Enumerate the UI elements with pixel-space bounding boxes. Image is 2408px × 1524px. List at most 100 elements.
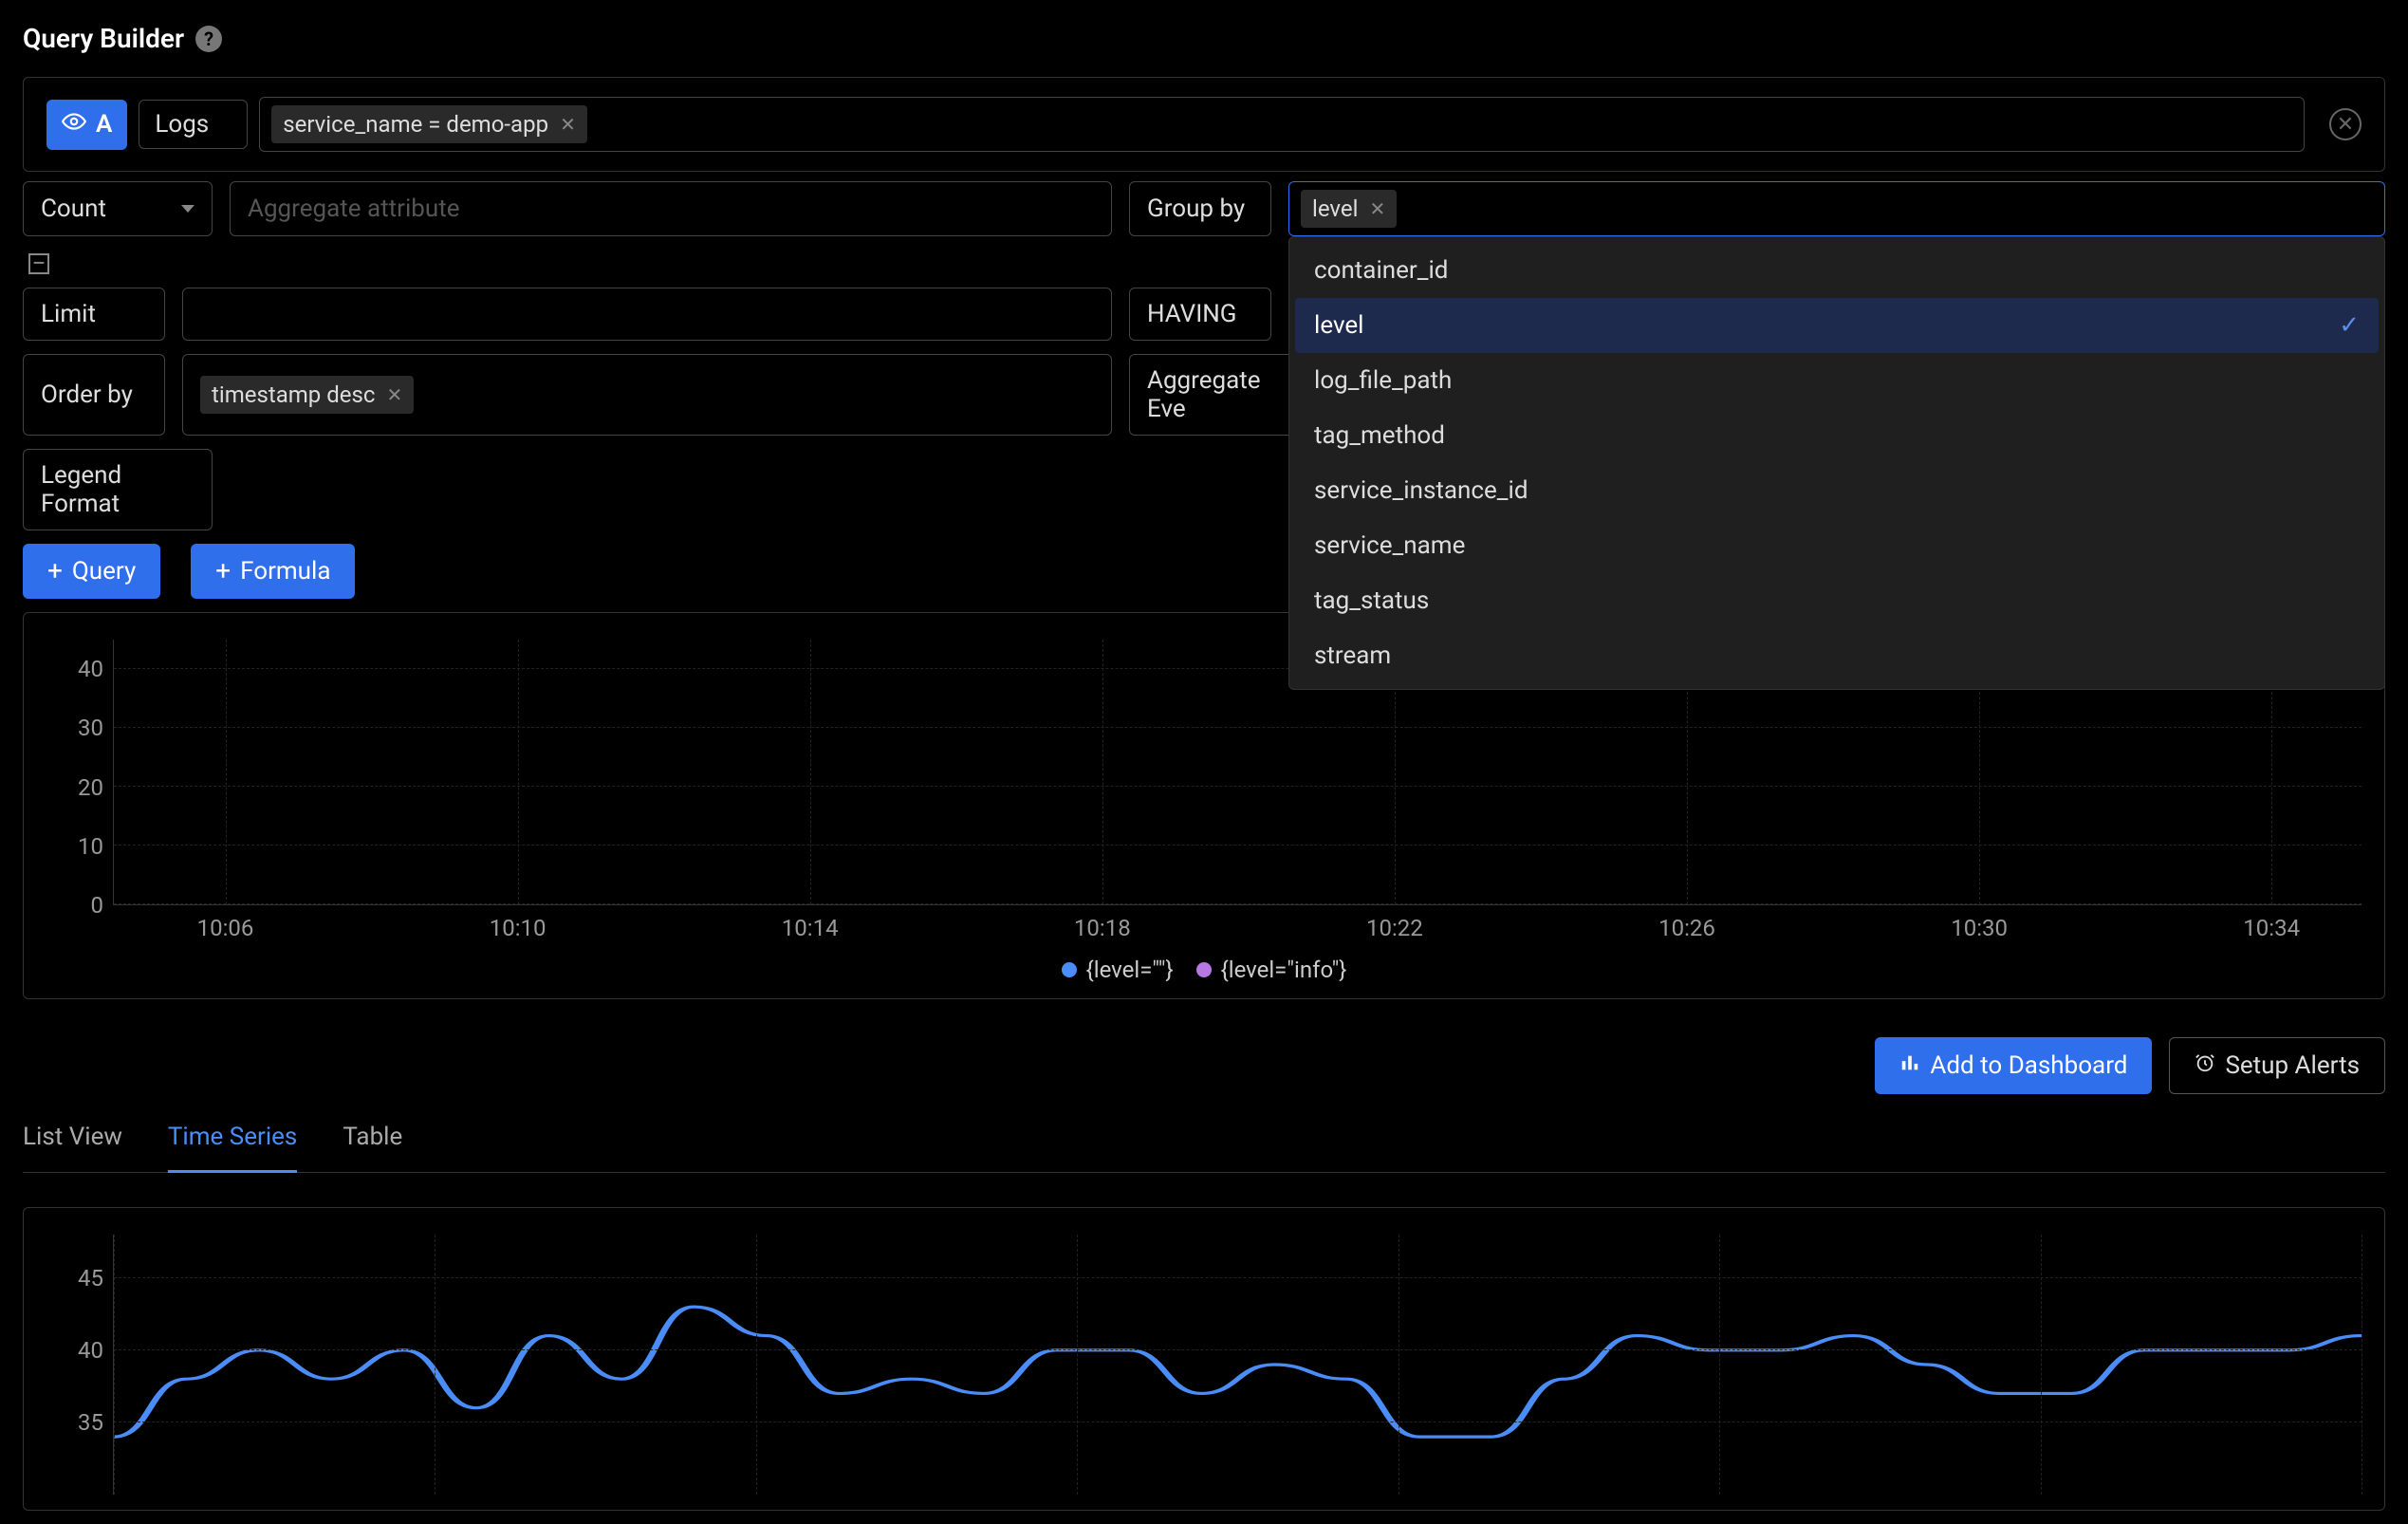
add-formula-button[interactable]: + Formula [191, 544, 355, 599]
setup-alerts-button[interactable]: Setup Alerts [2169, 1037, 2385, 1094]
add-query-label: Query [72, 557, 136, 585]
aggregate-fn-select[interactable]: Count [23, 181, 213, 236]
group-by-label: Group by [1147, 195, 1245, 223]
tab[interactable]: List View [23, 1123, 122, 1172]
having-label-box: HAVING [1129, 288, 1271, 341]
dropdown-option[interactable]: tag_status [1295, 573, 2379, 628]
close-icon[interactable]: ✕ [560, 113, 576, 136]
order-by-label-box: Order by [23, 354, 165, 436]
add-to-dashboard-label: Add to Dashboard [1930, 1051, 2127, 1080]
legend-swatch [1196, 962, 1212, 977]
x-tick: 10:30 [1951, 915, 2008, 941]
add-query-button[interactable]: + Query [23, 544, 160, 599]
legend-format-label: Legend Format [41, 461, 194, 518]
group-by-chip-label: level [1312, 195, 1358, 222]
x-tick: 10:34 [2243, 915, 2300, 941]
bar-chart-icon [1899, 1051, 1920, 1080]
having-label: HAVING [1147, 300, 1237, 328]
dropdown-option-label: stream [1314, 641, 1391, 670]
dropdown-option[interactable]: service_name [1295, 518, 2379, 573]
eye-icon [62, 109, 86, 140]
dropdown-option-label: level [1314, 311, 1363, 340]
dropdown-option-label: log_file_path [1314, 366, 1452, 395]
group-by-label-box: Group by [1129, 181, 1271, 236]
chevron-down-icon [181, 205, 194, 213]
y-tick: 0 [91, 892, 104, 919]
dropdown-option-label: tag_status [1314, 586, 1429, 615]
x-tick: 10:26 [1658, 915, 1715, 941]
line-chart-panel: 354045 [23, 1207, 2385, 1511]
setup-alerts-label: Setup Alerts [2225, 1051, 2360, 1080]
order-by-input[interactable]: timestamp desc ✕ [182, 354, 1112, 436]
filter-input[interactable]: service_name = demo-app ✕ [259, 97, 2305, 152]
aggregate-attr-placeholder: Aggregate attribute [248, 195, 460, 223]
collapse-toggle[interactable]: − [28, 253, 49, 274]
query-badge[interactable]: A [46, 100, 127, 150]
group-by-input[interactable]: level ✕ [1288, 181, 2385, 236]
x-tick: 10:06 [197, 915, 254, 941]
dropdown-option[interactable]: level ✓ [1295, 298, 2379, 353]
aggregate-attr-input[interactable]: Aggregate attribute [230, 181, 1112, 236]
query-badge-label: A [96, 110, 112, 139]
aggregate-every-label: Aggregate Eve [1147, 366, 1301, 423]
legend-item[interactable]: {level="info"} [1196, 957, 1347, 983]
filter-chip-label: service_name = demo-app [283, 111, 548, 138]
alert-icon [2195, 1051, 2215, 1080]
close-icon[interactable]: ✕ [1369, 197, 1385, 220]
order-by-chip[interactable]: timestamp desc ✕ [200, 376, 414, 414]
add-to-dashboard-button[interactable]: Add to Dashboard [1875, 1037, 2152, 1094]
dropdown-option-label: tag_method [1314, 421, 1445, 450]
filter-chip[interactable]: service_name = demo-app ✕ [271, 105, 587, 143]
y-tick: 40 [78, 1337, 103, 1364]
dropdown-option[interactable]: stream [1295, 628, 2379, 683]
source-select-label: Logs [155, 110, 209, 139]
order-by-label: Order by [41, 381, 133, 409]
source-select[interactable]: Logs [139, 100, 248, 149]
y-tick: 20 [78, 774, 103, 801]
legend-item[interactable]: {level=""} [1062, 957, 1174, 983]
close-icon[interactable]: ✕ [386, 383, 402, 406]
order-by-chip-label: timestamp desc [212, 381, 375, 408]
y-tick: 45 [78, 1265, 103, 1292]
line-chart-plot [113, 1235, 2362, 1495]
aggregate-fn-label: Count [41, 195, 106, 223]
legend-label: {level=""} [1086, 957, 1174, 983]
y-tick: 10 [78, 833, 103, 860]
page-title: Query Builder [23, 23, 184, 54]
line-series [114, 1307, 2362, 1437]
group-by-chip[interactable]: level ✕ [1301, 190, 1397, 228]
y-axis: 354045 [46, 1235, 113, 1495]
x-tick: 10:22 [1366, 915, 1423, 941]
help-icon[interactable]: ? [195, 26, 222, 52]
x-tick: 10:10 [490, 915, 546, 941]
legend-swatch [1062, 962, 1077, 977]
add-formula-label: Formula [240, 557, 330, 585]
limit-label-box: Limit [23, 288, 165, 341]
limit-input[interactable] [182, 288, 1112, 341]
dropdown-option-label: service_instance_id [1314, 476, 1528, 505]
y-tick: 30 [78, 715, 103, 741]
tabs: List View Time Series Table [23, 1094, 2385, 1173]
y-tick: 40 [78, 656, 103, 682]
tab[interactable]: Time Series [168, 1123, 297, 1173]
x-tick: 10:14 [782, 915, 839, 941]
dropdown-option-label: container_id [1314, 256, 1448, 285]
plus-icon: + [47, 558, 63, 585]
dropdown-option[interactable]: tag_method [1295, 408, 2379, 463]
limit-label: Limit [41, 300, 96, 328]
plus-icon: + [215, 558, 231, 585]
tab[interactable]: Table [343, 1123, 402, 1172]
check-icon: ✓ [2339, 311, 2360, 340]
query-block: A Logs service_name = demo-app ✕ ✕ [23, 77, 2385, 172]
dropdown-option[interactable]: container_id [1295, 243, 2379, 298]
dropdown-option[interactable]: log_file_path [1295, 353, 2379, 408]
legend-label: {level="info"} [1221, 957, 1347, 983]
x-tick: 10:18 [1074, 915, 1131, 941]
y-axis: 010203040 [46, 640, 113, 905]
group-by-dropdown: container_idlevel ✓ log_file_path tag_metho… [1288, 236, 2385, 690]
remove-query-button[interactable]: ✕ [2329, 108, 2362, 140]
legend-format-label-box: Legend Format [23, 449, 213, 530]
dropdown-option-label: service_name [1314, 531, 1465, 560]
x-axis: 10:06 10:10 10:14 10:18 10:22 10:26 10:30 10:34 [113, 915, 2362, 943]
dropdown-option[interactable]: service_instance_id [1295, 463, 2379, 518]
